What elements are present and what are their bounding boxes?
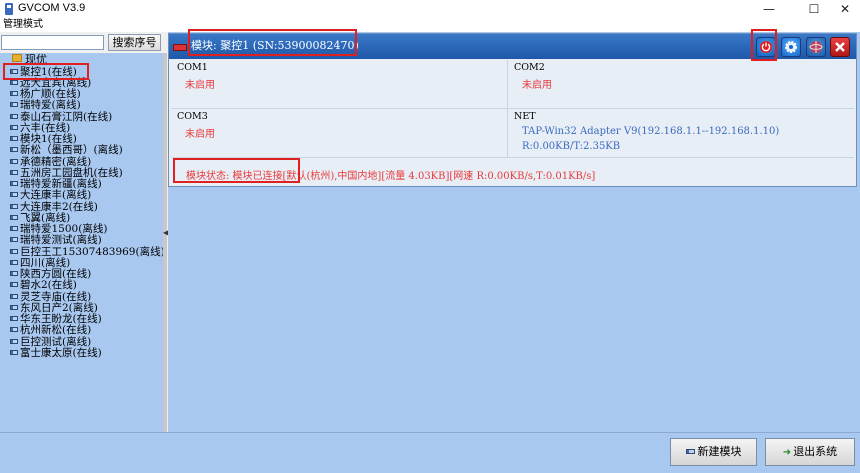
folder-icon [12, 54, 22, 62]
exit-button[interactable]: ➜ 退出系统 [765, 438, 855, 466]
device-icon [10, 259, 18, 265]
device-icon [10, 91, 18, 96]
tree-item-label: 六丰(在线) [20, 121, 71, 134]
window-title: GVCOM V3.9 [18, 2, 86, 14]
device-icon [10, 147, 18, 153]
close-icon [835, 42, 845, 52]
tree-item-label: 巨控王工15307483969(离线) [20, 245, 163, 258]
device-icon [10, 316, 18, 321]
close-module-button[interactable] [830, 37, 850, 57]
menu-manage-mode[interactable]: 管理模式 [3, 18, 43, 32]
tree-item-label: 巨控测试(离线) [20, 335, 92, 348]
annotation-box-power [751, 29, 777, 61]
search-button[interactable]: 搜索序号 [108, 34, 161, 51]
tree-scrollbar[interactable] [163, 53, 167, 432]
device-icon [10, 282, 18, 288]
device-icon [10, 327, 18, 333]
net-rate: R:0.00KB/T:2.35KB [522, 141, 621, 152]
com3-value: 未启用 [185, 129, 215, 140]
device-icon [10, 293, 18, 299]
tree-item-label: 富士康太原(在线) [20, 346, 102, 359]
menu-bar: 管理模式 [0, 18, 860, 32]
maximize-button[interactable]: ☐ [797, 0, 831, 18]
device-icon [10, 181, 18, 186]
minimize-button[interactable]: — [752, 0, 786, 18]
device-icon [10, 248, 18, 254]
tree-item-label: 泰山石膏江阴(在线) [20, 110, 113, 123]
tree-item-label: 大连康丰(离线) [20, 189, 92, 202]
com1-cell: COM1 未启用 [171, 60, 507, 108]
tree-item-label: 杭州新松(在线) [20, 324, 92, 337]
new-module-button[interactable]: 新建模块 [670, 438, 757, 466]
device-icon [10, 169, 18, 175]
device-icon [10, 203, 18, 209]
tree-item-label: 新松（墨西哥）(离线) [20, 144, 123, 157]
exit-arrow-icon: ➜ [782, 447, 792, 458]
device-icon [10, 349, 18, 355]
device-icon [685, 449, 695, 454]
exit-label: 退出系统 [793, 445, 838, 458]
com1-value: 未启用 [185, 80, 215, 91]
tree-item-label: 东风日产2(离线) [20, 301, 98, 314]
net-cell: NET TAP-Win32 Adapter V9(192.168.1.1--19… [508, 109, 854, 157]
device-icon [10, 226, 18, 231]
grid-divider-h1 [171, 108, 854, 109]
tree-item-label: 大连康丰2(在线) [20, 200, 98, 213]
gear-icon [785, 41, 797, 53]
network-button[interactable] [806, 37, 826, 57]
device-icon [10, 271, 18, 276]
tree-item-label: 飞翼(离线) [20, 211, 71, 224]
device-icon [10, 304, 18, 310]
com3-label: COM3 [177, 111, 208, 122]
new-module-label: 新建模块 [697, 445, 742, 458]
device-icon [10, 214, 18, 220]
tree-item-label: 灵芝寺庙(在线) [20, 290, 92, 303]
annotation-box-tree-item [3, 63, 89, 80]
com2-cell: COM2 未启用 [508, 60, 854, 108]
device-icon [10, 124, 18, 130]
device-icon [10, 158, 18, 164]
search-input[interactable] [1, 35, 104, 50]
tree-item-label: 五洲房工园盘机(在线) [20, 166, 123, 179]
tree-item-label: 瑞特爱测试(离线) [20, 234, 102, 247]
device-icon [10, 338, 18, 344]
tree-item-label: 四川(离线) [20, 256, 71, 269]
net-adapter: TAP-Win32 Adapter V9(192.168.1.1--192.16… [522, 126, 780, 137]
app-icon [5, 3, 13, 15]
net-label: NET [514, 111, 536, 122]
com2-label: COM2 [514, 62, 545, 73]
device-icon [10, 102, 18, 108]
com3-cell: COM3 未启用 [171, 109, 507, 157]
device-icon [10, 237, 18, 243]
tree-item-label: 承德精密(离线) [20, 155, 92, 168]
device-tree: 现优 聚控1(在线) 远大宜宾(离线) 杨广顺(在线) 瑞特爱(离线) 泰山石膏江阴(在… [0, 53, 163, 432]
close-window-button[interactable]: ✕ [828, 0, 860, 18]
tree-item-label: 碧水2(在线) [20, 279, 77, 292]
device-icon [10, 113, 18, 119]
annotation-box-status [173, 158, 300, 183]
module-icon [173, 44, 187, 51]
annotation-box-module-title [188, 29, 357, 56]
com1-label: COM1 [177, 62, 208, 73]
device-icon [10, 192, 18, 198]
title-bar: GVCOM V3.9 — ☐ ✕ [0, 0, 860, 18]
tree-item-label: 瑞特爱(离线) [20, 99, 81, 112]
device-icon [10, 136, 18, 141]
settings-button[interactable] [781, 37, 801, 57]
com2-value: 未启用 [522, 80, 552, 91]
device-icon [10, 79, 18, 85]
tree-item[interactable]: 富士康太原(在线) [10, 346, 102, 359]
network-icon [809, 41, 823, 53]
